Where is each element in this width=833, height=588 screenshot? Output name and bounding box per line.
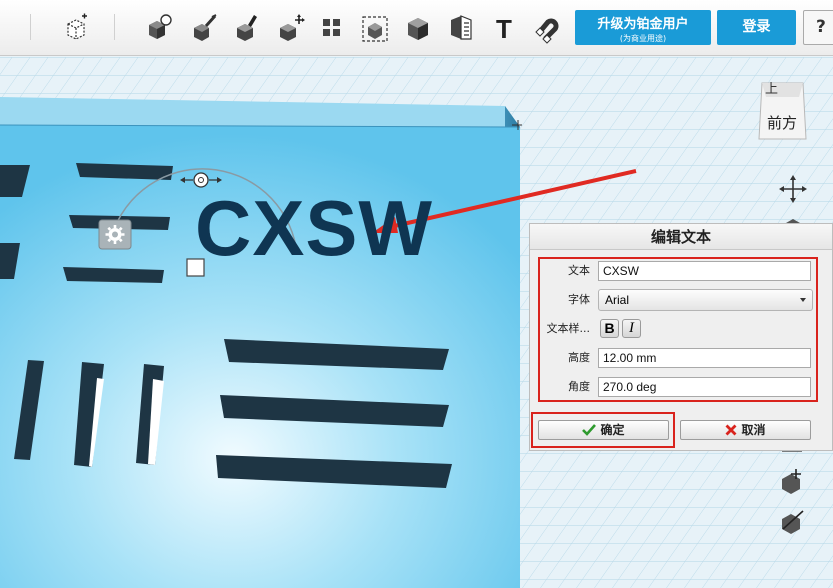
help-button[interactable]: ? [803, 10, 833, 45]
height-label: 高度 [568, 351, 590, 364]
solid-tool[interactable] [400, 8, 436, 46]
paint-icon [194, 14, 217, 41]
font-row: 字体 Arial [540, 289, 816, 313]
italic-toggle[interactable]: I [622, 319, 641, 338]
ok-label: 确定 [600, 423, 625, 437]
pencil-tool[interactable] [229, 8, 265, 46]
toolbar-divider [30, 14, 31, 40]
angle-label: 角度 [568, 380, 590, 393]
check-icon [582, 423, 597, 436]
text-input[interactable]: CXSW [598, 261, 811, 281]
transform-icon [67, 13, 87, 40]
magnet-icon [535, 18, 559, 44]
scale-tool[interactable] [357, 8, 393, 46]
style-label: 文本样... [546, 322, 591, 335]
pattern-icon [323, 19, 340, 36]
view-cube-top-label: 上 [765, 82, 779, 97]
paint-tool[interactable] [186, 8, 222, 46]
font-select-value: Arial [605, 293, 630, 307]
solid-icon [408, 18, 428, 40]
text-tool[interactable]: T [486, 8, 522, 46]
transform-tool[interactable] [58, 8, 94, 46]
angle-row: 角度 270.0 deg [540, 377, 816, 401]
magnet-tool[interactable] [528, 8, 564, 46]
fields-highlight-frame: 文本 CXSW 字体 Arial 文本样... B I 高度 12.00 mm … [538, 257, 818, 402]
upgrade-premium-button[interactable]: 升级为铂金用户 (为商业用途) [575, 10, 711, 45]
upgrade-label: 升级为铂金用户 [597, 17, 689, 32]
bold-toggle[interactable]: B [600, 319, 619, 338]
text-object-cxsw[interactable]: CXSW [195, 189, 433, 267]
text-icon: T [496, 14, 512, 44]
close-icon [725, 424, 737, 435]
scale-icon [362, 16, 388, 42]
snap-icon [149, 14, 172, 39]
chevron-down-icon [800, 298, 806, 302]
move-icon [280, 14, 305, 41]
height-input[interactable]: 12.00 mm [598, 348, 811, 368]
pencil-icon [237, 15, 257, 41]
view-controls-panel [776, 113, 810, 193]
font-label: 字体 [568, 293, 590, 306]
font-select[interactable]: Arial [598, 289, 813, 311]
snap-tool[interactable] [141, 8, 177, 46]
cancel-button[interactable]: 取消 [680, 420, 811, 440]
height-row: 高度 12.00 mm [540, 348, 816, 372]
upgrade-sublabel: (为商业用途) [619, 34, 667, 43]
cancel-label: 取消 [741, 423, 766, 437]
style-row: 文本样... B I [540, 319, 816, 343]
move-tool[interactable] [272, 8, 308, 46]
main-toolbar: T 升级为铂金用户 (为商业用途) 登录 ? [0, 0, 833, 56]
angle-input[interactable]: 270.0 deg [598, 377, 811, 397]
measure-icon [451, 15, 472, 40]
edit-text-dialog: 编辑文本 文本 CXSW 字体 Arial 文本样... B I 高度 12.0… [529, 223, 833, 451]
text-row: 文本 CXSW [540, 261, 816, 285]
object-settings-handle[interactable] [98, 219, 132, 250]
login-button[interactable]: 登录 [717, 10, 796, 45]
text-label: 文本 [568, 264, 590, 277]
pattern-tool[interactable] [314, 8, 350, 46]
dialog-title: 编辑文本 [530, 224, 832, 250]
ok-button[interactable]: 确定 [538, 420, 669, 440]
measure-tool[interactable] [443, 8, 479, 46]
toolbar-divider [114, 14, 115, 40]
text-tool-glyph: T [496, 14, 512, 44]
